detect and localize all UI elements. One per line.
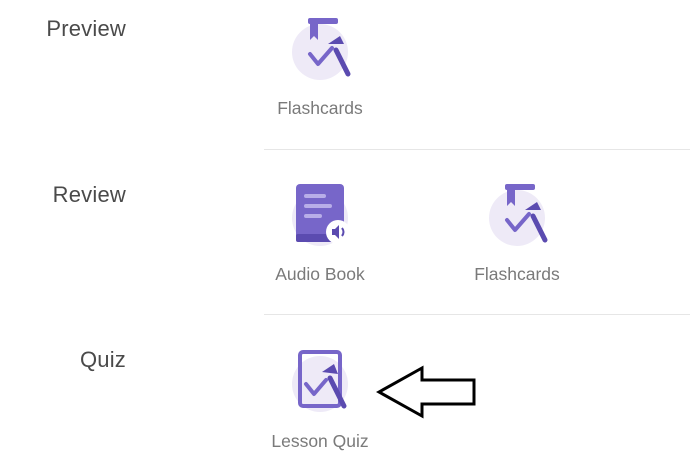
section-preview: Preview Flashcards bbox=[0, 0, 690, 150]
flashcards-label: Flashcards bbox=[277, 98, 363, 118]
flashcards-icon bbox=[290, 14, 354, 84]
lesson-quiz-tile[interactable]: Lesson Quiz bbox=[250, 348, 390, 458]
audio-book-label: Audio Book bbox=[275, 264, 365, 284]
lesson-quiz-label: Lesson Quiz bbox=[271, 431, 369, 451]
section-review: Review Audio Book Flashcards bbox=[0, 150, 690, 315]
lesson-quiz-icon bbox=[290, 348, 354, 418]
section-title-quiz: Quiz bbox=[79, 347, 126, 372]
section-title-preview: Preview bbox=[46, 16, 126, 41]
arrow-left-icon bbox=[375, 365, 478, 424]
audio-book-tile[interactable]: Audio Book bbox=[250, 180, 390, 290]
flashcards-label: Flashcards bbox=[474, 264, 560, 284]
section-title-review: Review bbox=[52, 182, 126, 207]
section-quiz: Quiz Lesson Quiz bbox=[0, 315, 690, 474]
flashcards-tile-preview[interactable]: Flashcards bbox=[250, 14, 390, 124]
audio-book-icon bbox=[290, 180, 354, 250]
flashcards-icon bbox=[487, 180, 551, 250]
flashcards-tile-review[interactable]: Flashcards bbox=[447, 180, 587, 290]
